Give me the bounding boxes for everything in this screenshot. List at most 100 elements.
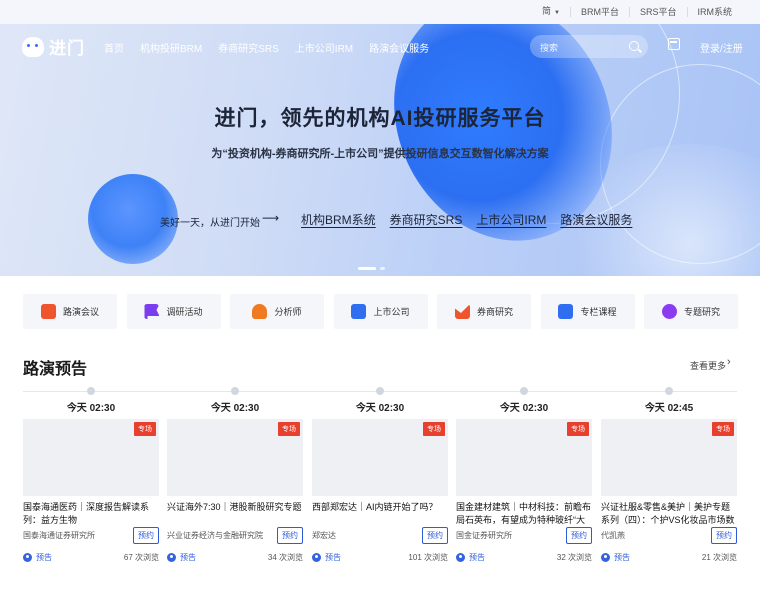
hero-link-roadshow[interactable]: 路演会议服务 bbox=[560, 211, 632, 228]
timeline-dot bbox=[376, 387, 384, 395]
roadshow-card[interactable]: 专场 兴证社服&零售&美护｜美护专题系列（四）：个护VS化妆品市场数据… 代凯燕… bbox=[601, 419, 737, 584]
category-analyst[interactable]: 分析师 bbox=[230, 294, 324, 329]
hero-link-srs[interactable]: 券商研究SRS bbox=[390, 211, 463, 228]
caret-down-icon: ▼ bbox=[554, 10, 560, 16]
language-switch[interactable]: 简 ▼ bbox=[532, 6, 570, 18]
preview-text: 预告 bbox=[180, 553, 196, 562]
preview-icon bbox=[23, 553, 32, 562]
card-thumbnail[interactable]: 专场 bbox=[456, 419, 592, 496]
card-thumbnail[interactable]: 专场 bbox=[23, 419, 159, 496]
book-button[interactable]: 预约 bbox=[277, 527, 303, 544]
special-session-badge: 专场 bbox=[423, 422, 445, 436]
carousel-dot-active[interactable] bbox=[358, 267, 376, 270]
book-icon bbox=[558, 304, 574, 319]
timeline-dot bbox=[231, 387, 239, 395]
special-session-badge: 专场 bbox=[567, 422, 589, 436]
category-label: 券商研究 bbox=[476, 307, 513, 317]
nav-item-home[interactable]: 首页 bbox=[104, 40, 124, 55]
card-thumbnail[interactable]: 专场 bbox=[312, 419, 448, 496]
nav-item-brm[interactable]: 机构投研BRM bbox=[140, 40, 202, 55]
card-title[interactable]: 国金建材建筑｜中材科技：前瞻布局石英布，有望成为特种玻纤“大满贯” bbox=[456, 501, 592, 527]
search-input[interactable]: 搜索 bbox=[530, 35, 648, 58]
link-srs-platform[interactable]: SRS平台 bbox=[628, 7, 687, 17]
card-thumbnail[interactable]: 专场 bbox=[167, 419, 303, 496]
company-icon bbox=[351, 304, 367, 319]
preview-icon bbox=[167, 553, 176, 562]
top-utility-bar: 简 ▼ BRM平台 SRS平台 IRM系统 bbox=[0, 0, 760, 24]
card-title[interactable]: 兴证海外7:30｜港股新股研究专题 bbox=[167, 501, 303, 527]
card-title[interactable]: 国泰海通医药｜深度报告解读系列：益方生物 bbox=[23, 501, 159, 527]
topic-icon bbox=[661, 304, 677, 319]
special-session-badge: 专场 bbox=[712, 422, 734, 436]
category-meeting[interactable]: 路演会议 bbox=[23, 294, 117, 329]
chevron-right-icon[interactable]: › bbox=[727, 356, 731, 368]
category-broker-research[interactable]: 券商研究 bbox=[437, 294, 531, 329]
hero-subtitle: 为“投资机构-券商研究所-上市公司”提供投研信息交互数智化解决方案 bbox=[211, 148, 549, 160]
login-register-link[interactable]: 登录/注册 bbox=[700, 40, 743, 55]
category-label: 分析师 bbox=[274, 307, 302, 317]
preview-label: 预告 bbox=[23, 552, 52, 563]
card-title[interactable]: 西部郑宏达｜AI内链开始了吗？ bbox=[312, 501, 448, 527]
roadshow-card[interactable]: 专场 国金建材建筑｜中材科技：前瞻布局石英布，有望成为特种玻纤“大满贯” 国金证… bbox=[456, 419, 592, 584]
logo[interactable]: 进门 bbox=[22, 34, 85, 59]
book-button[interactable]: 预约 bbox=[566, 527, 592, 544]
view-count: 21 次浏览 bbox=[701, 553, 737, 562]
category-label: 调研活动 bbox=[166, 307, 203, 317]
card-thumbnail[interactable]: 专场 bbox=[601, 419, 737, 496]
calendar-icon[interactable] bbox=[668, 38, 680, 50]
book-button[interactable]: 预约 bbox=[422, 527, 448, 544]
category-label: 专栏课程 bbox=[580, 307, 617, 317]
card-organizer: 郑宏达 bbox=[312, 531, 336, 540]
view-count: 101 次浏览 bbox=[408, 553, 448, 562]
nav-menu: 首页 机构投研BRM 券商研究SRS 上市公司IRM 路演会议服务 bbox=[104, 40, 445, 55]
card-time: 今天 02:30 bbox=[499, 403, 549, 414]
roadshow-card[interactable]: 专场 西部郑宏达｜AI内链开始了吗？ 郑宏达 预约 预告 101 次浏览 bbox=[312, 419, 448, 584]
flag-icon bbox=[144, 304, 160, 319]
card-title[interactable]: 兴证社服&零售&美护｜美护专题系列（四）：个护VS化妆品市场数据… bbox=[601, 501, 737, 527]
category-courses[interactable]: 专栏课程 bbox=[540, 294, 635, 329]
special-session-badge: 专场 bbox=[278, 422, 300, 436]
card-organizer: 代凯燕 bbox=[601, 531, 625, 540]
page: 简 ▼ BRM平台 SRS平台 IRM系统 进门 首页 机构投研BRM 券商研究S… bbox=[0, 0, 760, 600]
search-placeholder: 搜索 bbox=[540, 43, 559, 53]
logo-text: 进门 bbox=[49, 39, 85, 58]
link-brm-platform[interactable]: BRM平台 bbox=[569, 7, 629, 17]
hero-links: 机构BRM系统 券商研究SRS 上市公司IRM 路演会议服务 bbox=[301, 211, 646, 228]
arrow-right-icon: ⟶ bbox=[262, 211, 280, 225]
logo-mascot-icon bbox=[22, 36, 44, 57]
preview-icon bbox=[312, 553, 321, 562]
view-count: 32 次浏览 bbox=[556, 553, 592, 562]
card-time: 今天 02:30 bbox=[66, 403, 116, 414]
card-time: 今天 02:45 bbox=[644, 403, 694, 414]
hero-title: 进门，领先的机构AI投研服务平台 bbox=[214, 107, 546, 130]
roadshow-card[interactable]: 专场 兴证海外7:30｜港股新股研究专题 兴业证券经济与金融研究院 预约 预告 … bbox=[167, 419, 303, 584]
roadshow-card[interactable]: 专场 国泰海通医药｜深度报告解读系列：益方生物 国泰海通证券研究所 预约 预告 … bbox=[23, 419, 159, 584]
category-survey[interactable]: 调研活动 bbox=[126, 294, 221, 329]
timeline-dot bbox=[520, 387, 528, 395]
search-icon[interactable] bbox=[629, 41, 639, 51]
preview-text: 预告 bbox=[469, 553, 485, 562]
category-label: 上市公司 bbox=[373, 307, 410, 317]
language-label: 简 bbox=[542, 6, 552, 16]
meeting-icon bbox=[40, 304, 56, 319]
preview-text: 预告 bbox=[325, 553, 341, 562]
nav-item-srs[interactable]: 券商研究SRS bbox=[218, 40, 279, 55]
book-button[interactable]: 预约 bbox=[711, 527, 737, 544]
link-irm-system[interactable]: IRM系统 bbox=[686, 7, 743, 17]
category-label: 路演会议 bbox=[62, 307, 99, 317]
timeline-dot bbox=[87, 387, 95, 395]
carousel-dot[interactable] bbox=[380, 267, 385, 270]
view-count: 67 次浏览 bbox=[123, 553, 159, 562]
nav-item-roadshow[interactable]: 路演会议服务 bbox=[369, 40, 429, 55]
hero-link-irm[interactable]: 上市公司IRM bbox=[476, 211, 546, 228]
card-organizer: 国泰海通证券研究所 bbox=[23, 531, 95, 540]
section-title: 路演预告 bbox=[23, 361, 88, 378]
hero-link-brm[interactable]: 机构BRM系统 bbox=[301, 211, 376, 228]
nav-item-irm[interactable]: 上市公司IRM bbox=[295, 40, 353, 55]
card-time: 今天 02:30 bbox=[210, 403, 260, 414]
category-topics[interactable]: 专题研究 bbox=[644, 294, 738, 329]
view-more-link[interactable]: 查看更多 bbox=[690, 359, 726, 372]
category-listed-company[interactable]: 上市公司 bbox=[333, 294, 428, 329]
view-count: 34 次浏览 bbox=[267, 553, 303, 562]
book-button[interactable]: 预约 bbox=[133, 527, 159, 544]
